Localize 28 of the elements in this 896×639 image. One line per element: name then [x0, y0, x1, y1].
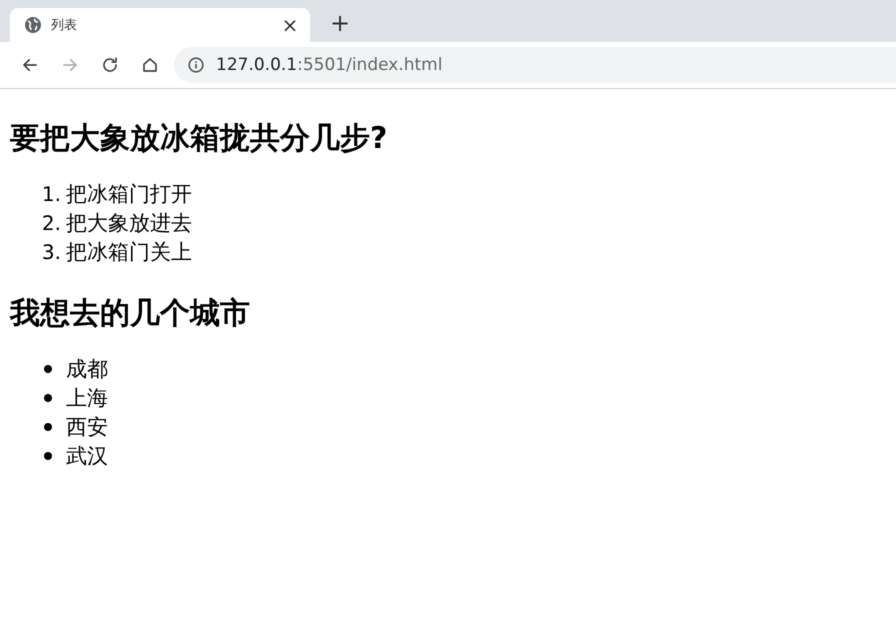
list-number: 2. [40, 210, 62, 234]
reload-icon [101, 56, 119, 74]
list-item-text: 上海 [66, 384, 108, 412]
list-item-text: 成都 [66, 356, 108, 382]
browser-tab[interactable]: 列表 × [10, 8, 310, 42]
close-tab-button[interactable]: × [280, 13, 300, 37]
bullet-icon [44, 394, 52, 402]
bullet-icon [44, 452, 52, 460]
bullet-icon [44, 364, 52, 372]
list-number: 3. [40, 240, 62, 264]
list-item-text: 把冰箱门打开 [66, 180, 192, 208]
tab-title: 列表 [51, 17, 78, 34]
list-number: 1. [40, 182, 62, 206]
globe-icon [25, 17, 41, 33]
section-heading: 要把大象放冰箱拢共分几步? [10, 121, 388, 157]
url-text: 127.0.0.1:5501/index.html [216, 55, 442, 75]
address-bar[interactable]: 127.0.0.1:5501/index.html [174, 47, 896, 83]
section-heading: 我想去的几个城市 [10, 296, 251, 332]
forward-arrow-icon [61, 56, 79, 74]
list-item-text: 西安 [66, 414, 108, 440]
home-icon [141, 56, 159, 74]
back-arrow-icon [21, 56, 39, 74]
new-tab-button[interactable]: + [324, 8, 356, 38]
bullet-icon [44, 422, 52, 430]
list-item-text: 把大象放进去 [66, 210, 192, 236]
list-item-text: 武汉 [66, 442, 108, 470]
list-item-text: 把冰箱门关上 [66, 238, 192, 266]
info-icon [188, 57, 204, 73]
